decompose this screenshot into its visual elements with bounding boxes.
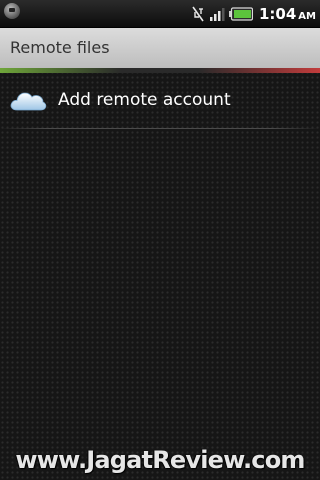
status-bar: 1:04 AM bbox=[0, 0, 320, 28]
no-sync-icon bbox=[190, 5, 206, 23]
clock-time: 1:04 bbox=[258, 4, 297, 23]
screen: 1:04 AM Remote files Add remote account w… bbox=[0, 0, 320, 480]
battery-icon bbox=[228, 6, 253, 21]
list-item-label: Add remote account bbox=[58, 90, 231, 110]
app-notification-icon[interactable] bbox=[4, 3, 20, 19]
list-divider bbox=[0, 128, 320, 129]
clock: 1:04 AM bbox=[259, 5, 316, 23]
watermark: www.JagatReview.com bbox=[15, 446, 305, 474]
accent-strip bbox=[0, 68, 320, 73]
add-remote-account-item[interactable]: Add remote account bbox=[0, 74, 320, 129]
signal-strength-icon bbox=[209, 6, 225, 22]
cloud-icon bbox=[9, 87, 47, 117]
title-bar: Remote files bbox=[0, 28, 320, 68]
clock-ampm: AM bbox=[298, 10, 316, 22]
status-icons: 1:04 AM bbox=[190, 0, 316, 27]
page-title: Remote files bbox=[10, 38, 110, 57]
